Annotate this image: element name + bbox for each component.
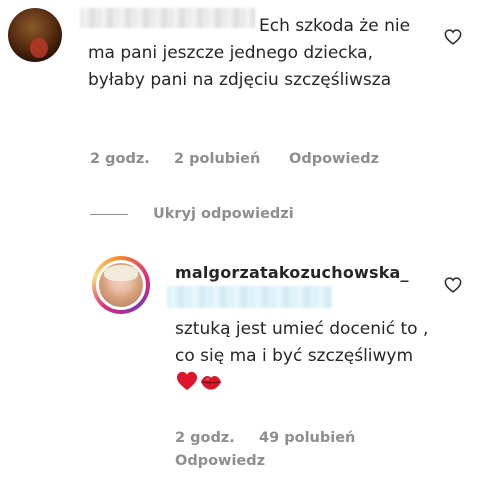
reply-text: sztuką jest umieć docenić to , co się ma…: [175, 316, 435, 397]
reply-text-content: sztuką jest umieć docenić to , co się ma…: [175, 319, 429, 366]
replies-divider-line: [90, 214, 128, 215]
comment-time: 2 godz.: [90, 151, 150, 167]
red-heart-emoji-icon: [177, 371, 197, 391]
reply-like-heart-icon[interactable]: [444, 277, 462, 293]
hide-replies-button[interactable]: Ukryj odpowiedzi: [153, 206, 294, 222]
comment-text: Ech szkoda że nie ma pani jeszcze jedneg…: [88, 16, 411, 90]
reply-reply-button[interactable]: Odpowiedz: [175, 453, 265, 469]
kiss-mark-emoji-icon: [200, 376, 222, 390]
reply-time: 2 godz.: [175, 430, 235, 446]
comment-likes[interactable]: 2 polubień: [174, 151, 260, 167]
commenter-avatar[interactable]: [8, 8, 62, 62]
reply-likes[interactable]: 49 polubień: [259, 430, 355, 446]
reply-avatar[interactable]: [96, 260, 146, 310]
reply-username[interactable]: malgorzatakozuchowska_: [175, 263, 409, 282]
like-heart-icon[interactable]: [444, 29, 462, 45]
blurred-mention: [167, 286, 332, 308]
comment-reply-button[interactable]: Odpowiedz: [289, 151, 379, 167]
